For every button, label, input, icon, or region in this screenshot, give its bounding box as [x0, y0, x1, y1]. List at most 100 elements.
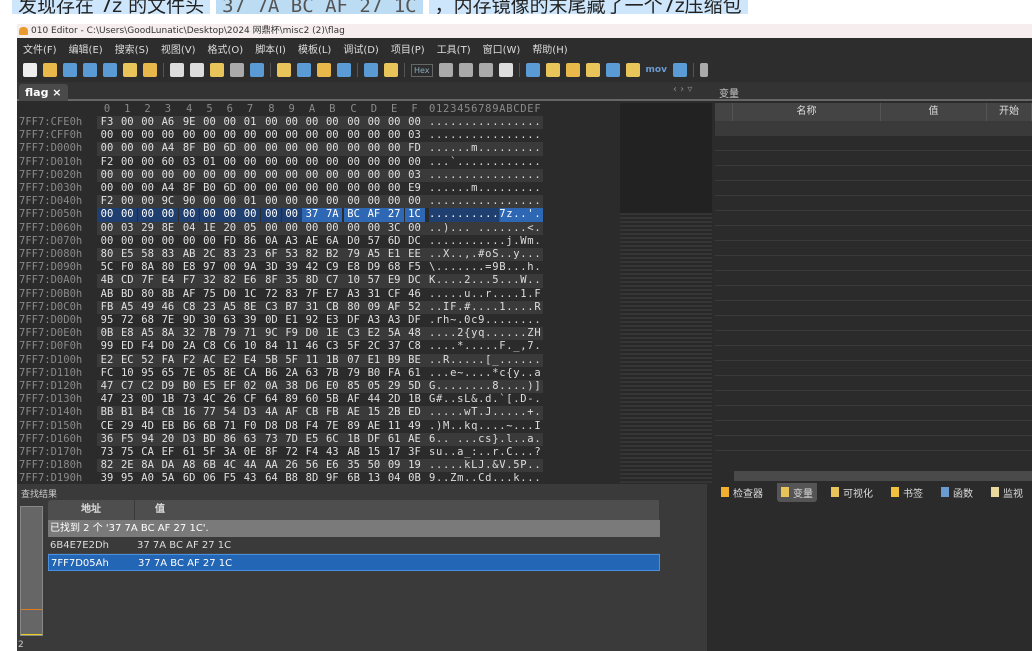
- hex-byte[interactable]: DC: [405, 235, 425, 248]
- hex-byte[interactable]: 2C: [200, 248, 220, 261]
- hex-byte[interactable]: 13: [364, 472, 384, 483]
- variable-row[interactable]: [715, 256, 1032, 271]
- hex-byte[interactable]: 8E: [220, 367, 240, 380]
- hex-byte[interactable]: C6: [220, 340, 240, 353]
- hex-byte[interactable]: F5: [220, 472, 240, 483]
- variable-row[interactable]: [715, 301, 1032, 316]
- hex-byte[interactable]: 89: [344, 420, 364, 433]
- hex-byte[interactable]: 65: [158, 367, 178, 380]
- hex-byte[interactable]: 0D: [138, 393, 158, 406]
- hex-byte[interactable]: 90: [179, 195, 199, 208]
- hex-byte[interactable]: 11: [282, 340, 302, 353]
- hex-byte[interactable]: 46: [405, 288, 425, 301]
- hex-byte[interactable]: 6D: [220, 142, 240, 155]
- hex-byte[interactable]: 95: [138, 367, 158, 380]
- hex-byte[interactable]: B6: [261, 367, 281, 380]
- hex-byte[interactable]: 7E: [322, 420, 342, 433]
- hex-byte[interactable]: E4: [158, 274, 178, 287]
- hex-byte[interactable]: 00: [261, 142, 281, 155]
- hex-byte[interactable]: 00: [302, 222, 322, 235]
- hex-byte[interactable]: AF: [363, 208, 384, 222]
- hex-byte[interactable]: 00: [322, 142, 342, 155]
- hex-byte[interactable]: 85: [344, 380, 364, 393]
- hex-byte[interactable]: 00: [302, 182, 322, 195]
- tab-lightning[interactable]: 检查器: [717, 483, 767, 502]
- hex-byte[interactable]: 4D: [138, 420, 158, 433]
- hex-byte[interactable]: 00: [302, 116, 322, 129]
- hex-byte[interactable]: ED: [117, 340, 137, 353]
- hex-byte[interactable]: 92: [302, 314, 322, 327]
- hex-byte[interactable]: A4: [158, 142, 178, 155]
- hex-row[interactable]: 7FF7:D070h 00 00 00 00 00 00 FD 86 0A A3 AE 6A D0 57 6D…: [17, 235, 547, 248]
- variable-row[interactable]: [715, 151, 1032, 166]
- hex-byte[interactable]: 1E: [322, 327, 342, 340]
- hex-byte[interactable]: 00: [322, 182, 342, 195]
- hex-byte[interactable]: 07: [344, 354, 364, 367]
- column-start[interactable]: 开始: [987, 103, 1032, 121]
- hex-byte[interactable]: 7A: [322, 208, 343, 222]
- ascii-text[interactable]: ..IF.#....1....R: [429, 301, 543, 314]
- hex-byte[interactable]: 5A: [158, 472, 178, 483]
- hex-byte[interactable]: 61: [384, 433, 404, 446]
- hex-byte[interactable]: 61: [179, 446, 199, 459]
- hex-byte[interactable]: 94: [138, 433, 158, 446]
- hex-byte[interactable]: 00: [240, 129, 260, 142]
- hex-byte[interactable]: 71: [240, 327, 260, 340]
- paste-icon[interactable]: [210, 63, 224, 77]
- hex-byte[interactable]: 00: [364, 129, 384, 142]
- hex-byte[interactable]: D3: [179, 433, 199, 446]
- hex-row[interactable]: 7FF7:CFF0h 00 00 00 00 00 00 00 00 00 00 00 00 00 00 00…: [17, 129, 547, 142]
- hex-byte[interactable]: DC: [405, 274, 425, 287]
- columns-icon[interactable]: [438, 63, 453, 77]
- variable-row[interactable]: [715, 226, 1032, 241]
- hex-byte[interactable]: 80: [344, 301, 364, 314]
- hex-byte[interactable]: 7F: [138, 274, 158, 287]
- ascii-text[interactable]: 6.. ...cs}.l..a.: [429, 433, 543, 446]
- hex-byte[interactable]: F2: [97, 156, 117, 169]
- hex-byte[interactable]: 00: [322, 129, 342, 142]
- hex-byte[interactable]: E2: [364, 327, 384, 340]
- mov-icon[interactable]: mov: [646, 65, 667, 75]
- hex-byte[interactable]: E7: [322, 288, 342, 301]
- hex-byte[interactable]: 19: [405, 459, 425, 472]
- hex-byte[interactable]: F0: [240, 420, 260, 433]
- hex-byte[interactable]: 1E: [200, 222, 220, 235]
- hex-byte[interactable]: 00: [240, 142, 260, 155]
- hex-byte[interactable]: 43: [322, 446, 342, 459]
- hex-byte[interactable]: 97: [200, 261, 220, 274]
- hex-toggle-button[interactable]: Hex: [411, 63, 433, 77]
- hex-byte[interactable]: 71: [220, 420, 240, 433]
- hex-byte[interactable]: 11: [302, 354, 322, 367]
- hex-byte[interactable]: 72: [117, 314, 137, 327]
- hex-byte[interactable]: C8: [179, 301, 199, 314]
- hex-byte[interactable]: 00: [384, 195, 404, 208]
- hex-byte[interactable]: 61: [405, 367, 425, 380]
- hex-byte[interactable]: 7F: [302, 288, 322, 301]
- hex-row[interactable]: 7FF7:D0D0h 95 72 68 7E 9D 30 63 39 0D E1 92 E3 DF A3 A3…: [17, 314, 547, 327]
- hex-byte[interactable]: 80: [97, 248, 117, 261]
- cut-icon[interactable]: [170, 63, 184, 77]
- hex-byte[interactable]: D0: [158, 340, 178, 353]
- hex-byte[interactable]: 73: [179, 393, 199, 406]
- hex-byte[interactable]: 00: [97, 129, 117, 142]
- hex-byte[interactable]: 2D: [384, 393, 404, 406]
- hex-byte[interactable]: F5: [117, 433, 137, 446]
- bookmark-icon[interactable]: [364, 63, 378, 77]
- hex-byte[interactable]: E8: [179, 261, 199, 274]
- menu-item[interactable]: 调试(D): [343, 41, 379, 56]
- find-icon[interactable]: [277, 63, 291, 77]
- hex-byte[interactable]: 00: [282, 129, 302, 142]
- hex-byte[interactable]: 00: [344, 195, 364, 208]
- hex-byte[interactable]: 73: [97, 446, 117, 459]
- hex-byte[interactable]: CA: [240, 367, 260, 380]
- hex-byte[interactable]: CF: [240, 393, 260, 406]
- hex-row[interactable]: 7FF7:D010h F2 00 00 60 03 01 00 00 00 00 00 00 00 00 00…: [17, 156, 547, 169]
- hex-byte[interactable]: 00: [364, 182, 384, 195]
- hex-byte[interactable]: FA: [158, 354, 178, 367]
- hex-byte[interactable]: 1B: [158, 393, 178, 406]
- hex-row[interactable]: 7FF7:D000h 00 00 00 A4 8F B0 6D 00 00 00 00 00 00 00 00…: [17, 142, 547, 155]
- hex-byte[interactable]: 0A: [261, 235, 281, 248]
- hex-row[interactable]: 7FF7:CFE0h F3 00 00 A6 9E 00 00 01 00 00 00 00 00 00 00…: [17, 116, 547, 129]
- hex-byte[interactable]: 95: [117, 472, 137, 483]
- hex-byte[interactable]: 00: [138, 182, 158, 195]
